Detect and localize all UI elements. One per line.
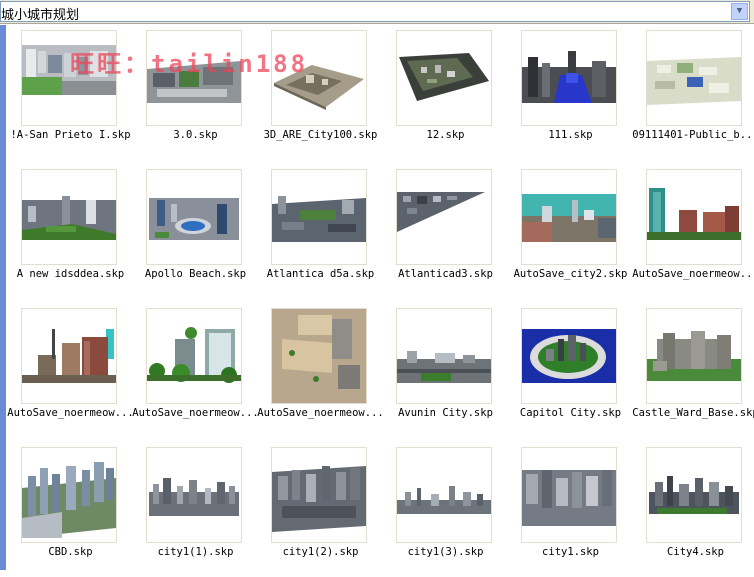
file-item[interactable]: 111.skp <box>508 25 633 160</box>
file-thumbnail[interactable] <box>521 447 617 543</box>
file-name[interactable]: AutoSave_noermeow... <box>2 407 139 419</box>
chevron-down-icon: ▼ <box>736 6 743 16</box>
file-item[interactable]: AutoSave_noermeow... <box>632 164 754 299</box>
file-item[interactable]: city1(1).skp <box>133 442 258 577</box>
file-name[interactable]: 3.0.skp <box>127 129 264 141</box>
file-name[interactable]: 111.skp <box>502 129 639 141</box>
file-item[interactable]: city1(2).skp <box>258 442 383 577</box>
file-item[interactable]: !A-San Prieto I.skp <box>8 25 133 160</box>
file-item[interactable]: CBD.skp <box>8 442 133 577</box>
file-thumbnail[interactable] <box>146 30 242 126</box>
file-thumbnail[interactable] <box>396 447 492 543</box>
file-item[interactable]: Avunin City.skp <box>383 303 508 438</box>
file-thumbnail-grid: !A-San Prieto I.skp 3.0.skp 3D_ARE_City100… <box>7 25 754 570</box>
file-thumbnail[interactable] <box>21 447 117 543</box>
file-name[interactable]: Capitol City.skp <box>502 407 639 419</box>
file-thumbnail[interactable] <box>271 308 367 404</box>
file-thumbnail[interactable] <box>21 169 117 265</box>
address-path: 城小城市规划 <box>1 8 80 23</box>
file-item[interactable]: city1(3).skp <box>383 442 508 577</box>
file-name[interactable]: city1(2).skp <box>252 546 389 558</box>
file-item[interactable]: 12.skp <box>383 25 508 160</box>
file-name[interactable]: 3D_ARE_City100.skp <box>252 129 389 141</box>
address-dropdown-button[interactable]: ▼ <box>731 3 748 20</box>
file-name[interactable]: AutoSave_noermeow... <box>627 268 754 280</box>
file-name[interactable]: city1(3).skp <box>377 546 514 558</box>
file-name[interactable]: CBD.skp <box>2 546 139 558</box>
file-thumbnail[interactable] <box>21 30 117 126</box>
address-field[interactable]: 城小城市规划 ▼ <box>0 1 750 23</box>
file-thumbnail[interactable] <box>396 169 492 265</box>
left-panel-edge <box>0 25 6 570</box>
file-item[interactable]: Apollo Beach.skp <box>133 164 258 299</box>
file-thumbnail[interactable] <box>271 30 367 126</box>
file-item[interactable]: 3D_ARE_City100.skp <box>258 25 383 160</box>
file-thumbnail[interactable] <box>646 30 742 126</box>
file-item[interactable]: Atlanticad3.skp <box>383 164 508 299</box>
file-name[interactable]: 12.skp <box>377 129 514 141</box>
file-item[interactable]: AutoSave_city2.skp <box>508 164 633 299</box>
file-thumbnail[interactable] <box>21 308 117 404</box>
file-thumbnail[interactable] <box>146 308 242 404</box>
file-name[interactable]: city1.skp <box>502 546 639 558</box>
file-item[interactable]: Capitol City.skp <box>508 303 633 438</box>
file-name[interactable]: Castle_Ward_Base.skp <box>627 407 754 419</box>
file-name[interactable]: AutoSave_noermeow... <box>127 407 264 419</box>
file-item[interactable]: Atlantica d5a.skp <box>258 164 383 299</box>
file-thumbnail[interactable] <box>146 169 242 265</box>
file-item[interactable]: 3.0.skp <box>133 25 258 160</box>
file-thumbnail[interactable] <box>271 169 367 265</box>
file-name[interactable]: Atlanticad3.skp <box>377 268 514 280</box>
file-name[interactable]: AutoSave_city2.skp <box>502 268 639 280</box>
address-bar: 城小城市规划 ▼ <box>0 0 754 24</box>
file-thumbnail[interactable] <box>521 308 617 404</box>
file-name[interactable]: city1(1).skp <box>127 546 264 558</box>
file-thumbnail[interactable] <box>646 169 742 265</box>
file-name[interactable]: Atlantica d5a.skp <box>252 268 389 280</box>
file-item[interactable]: A new idsddea.skp <box>8 164 133 299</box>
file-item[interactable]: city1.skp <box>508 442 633 577</box>
file-thumbnail[interactable] <box>521 30 617 126</box>
file-name[interactable]: 09111401-Public_b... <box>627 129 754 141</box>
file-name[interactable]: City4.skp <box>627 546 754 558</box>
file-thumbnail[interactable] <box>271 447 367 543</box>
file-thumbnail[interactable] <box>396 30 492 126</box>
file-name[interactable]: A new idsddea.skp <box>2 268 139 280</box>
file-item[interactable]: Castle_Ward_Base.skp <box>632 303 754 438</box>
file-item[interactable]: AutoSave_noermeow... <box>257 303 384 438</box>
file-thumbnail[interactable] <box>146 447 242 543</box>
file-item[interactable]: AutoSave_noermeow... <box>132 303 259 438</box>
file-name[interactable]: Apollo Beach.skp <box>127 268 264 280</box>
file-name[interactable]: AutoSave_noermeow... <box>252 407 389 419</box>
file-name[interactable]: !A-San Prieto I.skp <box>2 129 139 141</box>
file-item[interactable]: City4.skp <box>633 442 754 577</box>
file-thumbnail[interactable] <box>521 169 617 265</box>
file-thumbnail[interactable] <box>646 308 742 404</box>
file-name[interactable]: Avunin City.skp <box>377 407 514 419</box>
file-thumbnail[interactable] <box>646 447 742 543</box>
file-item[interactable]: 09111401-Public_b... <box>632 25 754 160</box>
file-item[interactable]: AutoSave_noermeow... <box>7 303 134 438</box>
file-thumbnail[interactable] <box>396 308 492 404</box>
